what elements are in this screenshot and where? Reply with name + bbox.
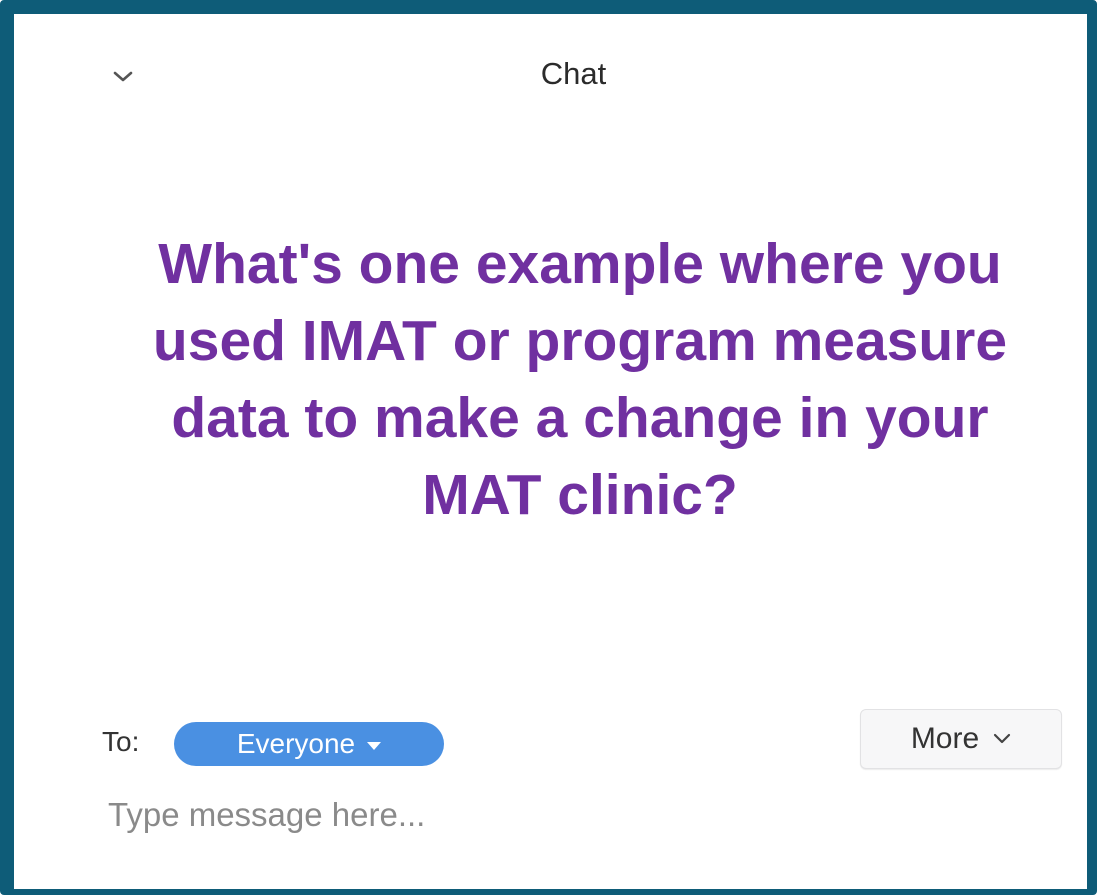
question-text: What's one example where you used IMAT o… [152, 232, 1008, 527]
more-label: More [910, 722, 980, 755]
caret-down-icon [367, 742, 382, 750]
more-button[interactable]: More [860, 709, 1062, 769]
chat-title: Chat [540, 56, 607, 91]
recipient-dropdown[interactable]: Everyone [174, 722, 444, 766]
chevron-down-icon [994, 733, 1011, 744]
to-label: To: [102, 726, 140, 757]
recipient-label: Everyone [236, 728, 356, 759]
message-input[interactable] [108, 790, 1048, 840]
